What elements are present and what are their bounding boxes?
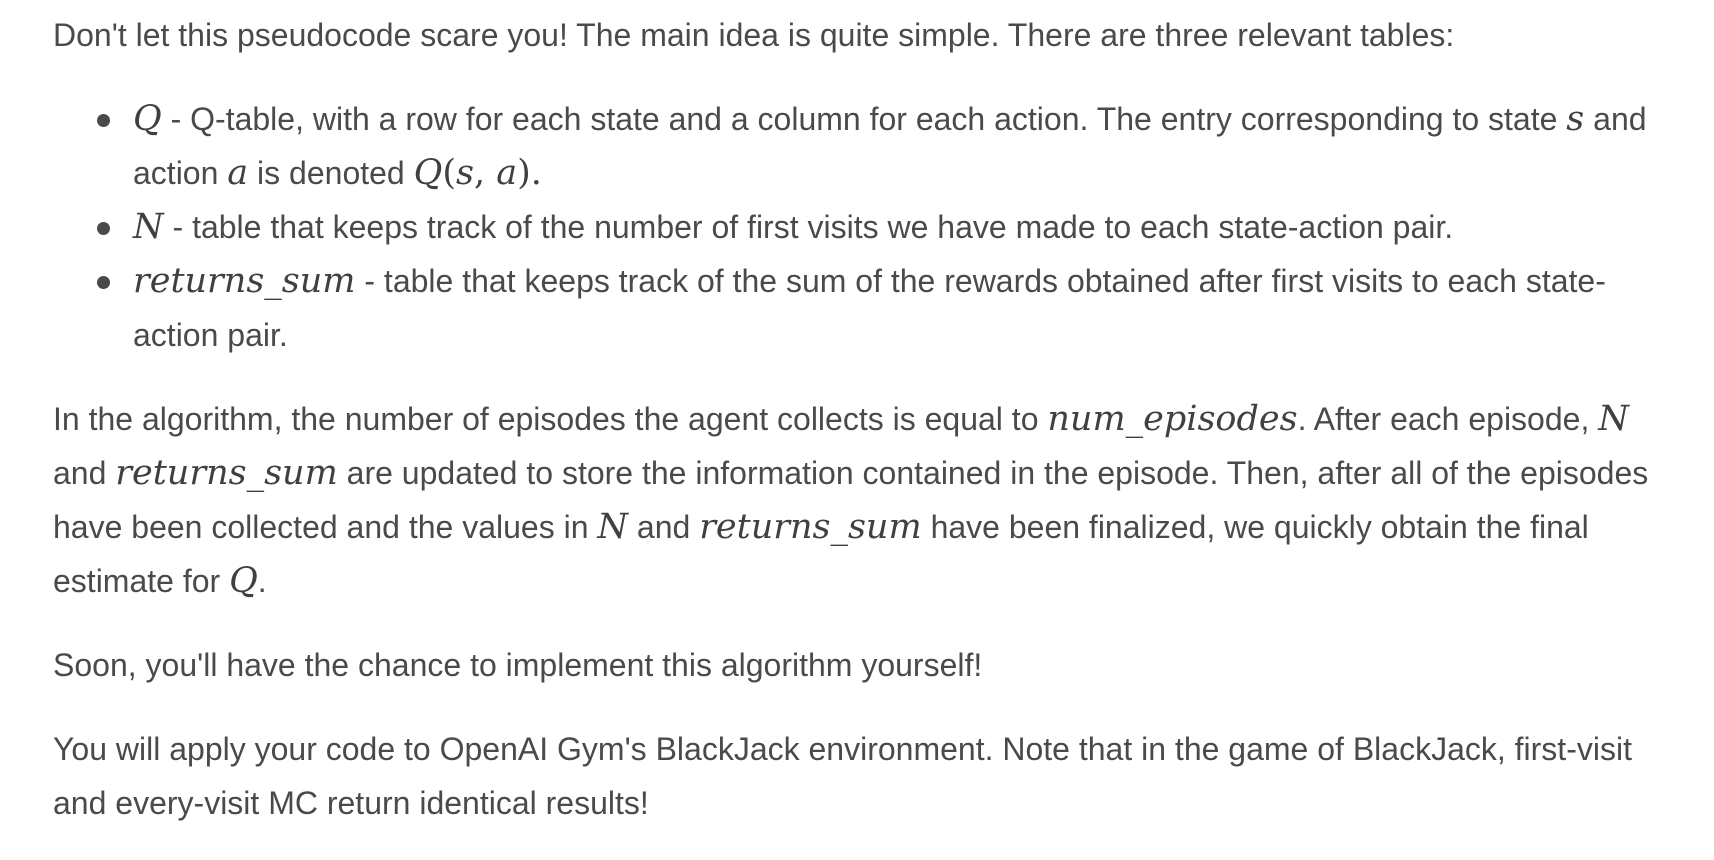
- list-item-n-table: N - table that keeps track of the number…: [97, 200, 1673, 254]
- math-returns-sum-symbol: returns_sum: [133, 261, 356, 301]
- math-s-arg: s: [455, 153, 474, 193]
- algo-text-3: and: [53, 455, 116, 491]
- math-s-symbol: s: [1566, 99, 1585, 139]
- math-q-fn: Q: [413, 153, 443, 193]
- math-a-symbol: a: [227, 153, 249, 193]
- blackjack-paragraph: You will apply your code to OpenAI Gym's…: [53, 731, 1632, 821]
- n-table-text: - table that keeps track of the number o…: [163, 209, 1454, 245]
- math-num-episodes: num_episodes: [1047, 399, 1298, 439]
- math-a-arg: a: [496, 153, 518, 193]
- math-returns-sum-2: returns_sum: [699, 507, 922, 547]
- math-q-symbol: Q: [133, 99, 162, 139]
- math-n-symbol: N: [133, 207, 164, 247]
- math-returns-sum-1: returns_sum: [115, 453, 338, 493]
- math-n-symbol-1: N: [1598, 399, 1629, 439]
- math-q-of-s-a: Q(s, a).: [414, 153, 542, 193]
- algorithm-paragraph: In the algorithm, the number of episodes…: [53, 392, 1673, 608]
- algo-text-2: . After each episode,: [1297, 401, 1599, 437]
- q-table-text-a: - Q-table, with a row for each state and…: [161, 101, 1567, 137]
- math-comma: ,: [473, 153, 497, 193]
- math-n-symbol-2: N: [597, 507, 629, 547]
- list-item-returns-sum: returns_sum - table that keeps track of …: [97, 254, 1673, 362]
- math-close-paren: ).: [517, 153, 542, 193]
- math-q-symbol-2: Q: [229, 561, 258, 601]
- list-item-q-table: Q - Q-table, with a row for each state a…: [97, 92, 1673, 200]
- tables-list: Q - Q-table, with a row for each state a…: [53, 92, 1673, 362]
- algo-text-1: In the algorithm, the number of episodes…: [53, 401, 1048, 437]
- algo-text-7: .: [257, 563, 267, 599]
- math-open-paren: (: [442, 153, 456, 193]
- algo-text-5: and: [628, 509, 700, 545]
- implement-paragraph: Soon, you'll have the chance to implemen…: [53, 647, 983, 683]
- article-body: Don't let this pseudocode scare you! The…: [53, 8, 1673, 830]
- intro-paragraph: Don't let this pseudocode scare you! The…: [53, 17, 1455, 53]
- q-table-text-c: is denoted: [248, 155, 414, 191]
